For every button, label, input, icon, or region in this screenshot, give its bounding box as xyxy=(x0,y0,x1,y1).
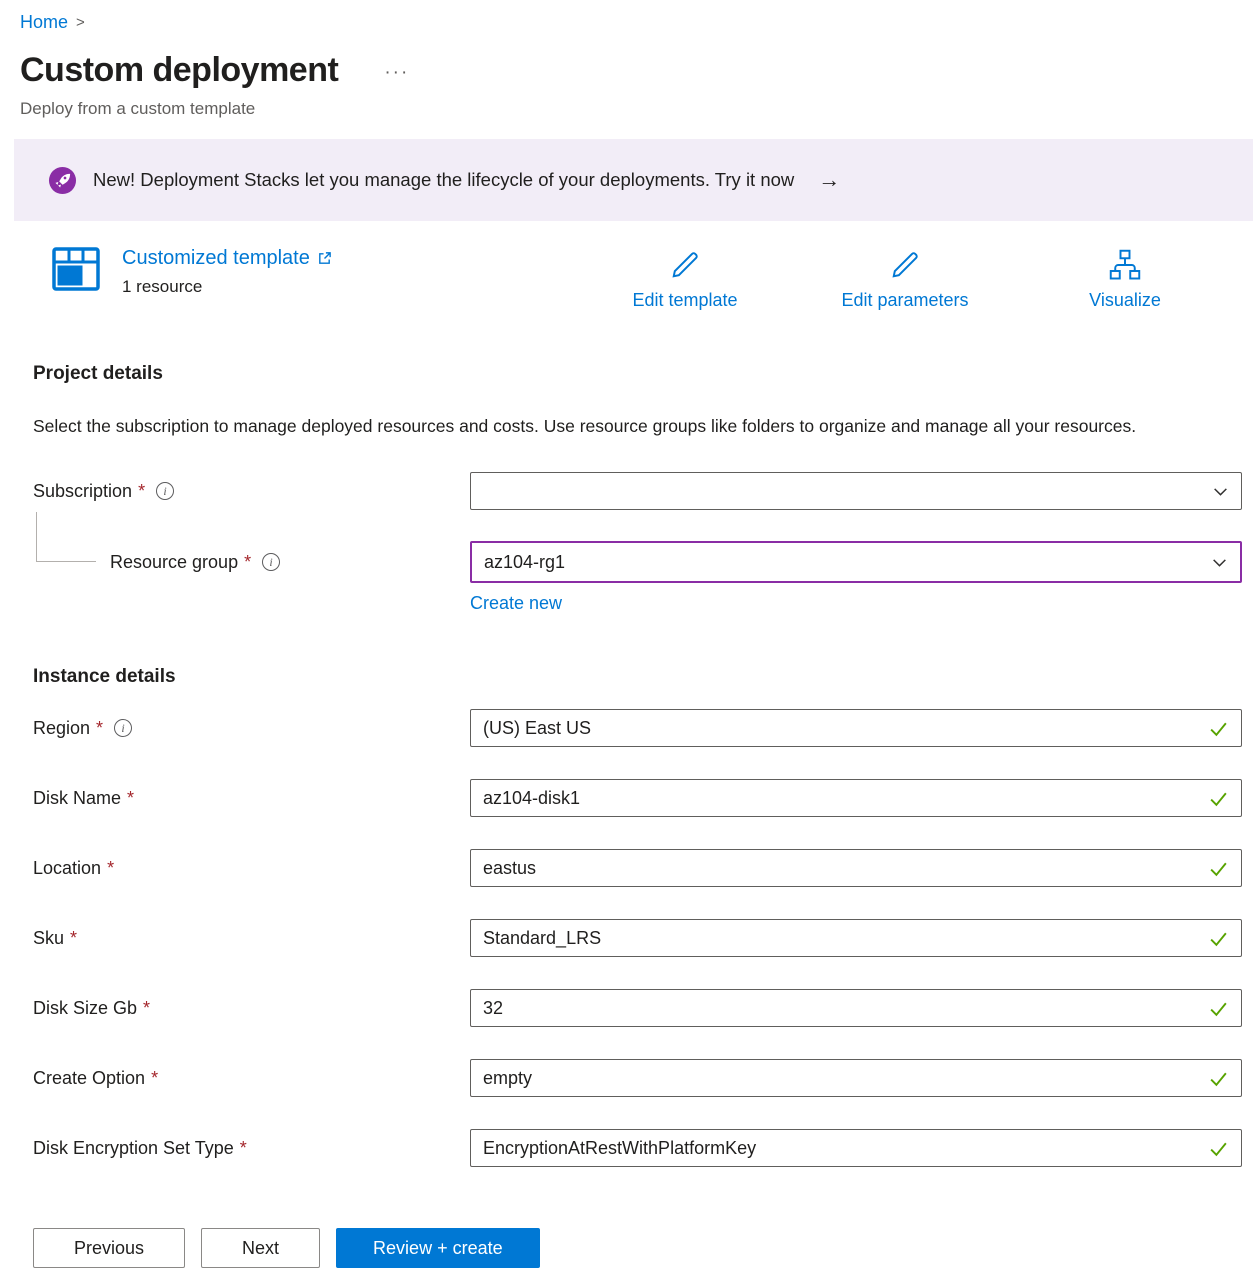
form-field-row: Disk Encryption Set Type * EncryptionAtR… xyxy=(33,1129,1242,1167)
breadcrumb-home-link[interactable]: Home xyxy=(20,12,68,33)
field-label: Location xyxy=(33,858,101,879)
external-link-icon xyxy=(317,251,332,266)
field-label-cell: Sku * xyxy=(33,928,470,949)
field-label: Disk Encryption Set Type xyxy=(33,1138,234,1159)
subscription-dropdown[interactable] xyxy=(470,472,1242,510)
resource-group-value: az104-rg1 xyxy=(484,552,565,573)
chevron-down-icon[interactable] xyxy=(1212,483,1229,500)
field-value: (US) East US xyxy=(483,718,591,739)
breadcrumb-chevron-icon: > xyxy=(76,14,85,31)
field-label: Sku xyxy=(33,928,64,949)
banner-message: New! Deployment Stacks let you manage th… xyxy=(93,169,794,191)
project-details-description: Select the subscription to manage deploy… xyxy=(33,411,1183,442)
instance-fields: Region * (US) East US Disk Name * az104-… xyxy=(0,709,1253,1167)
info-icon[interactable] xyxy=(114,719,132,737)
valid-check-icon xyxy=(1208,858,1229,879)
valid-check-icon xyxy=(1208,998,1229,1019)
resource-group-label: Resource group xyxy=(110,552,238,573)
info-icon[interactable] xyxy=(262,553,280,571)
customized-template-label: Customized template xyxy=(122,247,310,270)
deployment-stacks-banner[interactable]: New! Deployment Stacks let you manage th… xyxy=(14,139,1253,221)
field-value: az104-disk1 xyxy=(483,788,580,809)
breadcrumb: Home > xyxy=(0,0,1253,33)
field-label-cell: Disk Size Gb * xyxy=(33,998,470,1019)
template-icon xyxy=(52,247,100,291)
resource-count: 1 resource xyxy=(122,277,332,297)
field-input[interactable]: EncryptionAtRestWithPlatformKey xyxy=(470,1129,1242,1167)
arrow-right-icon: → xyxy=(818,167,840,193)
subscription-row: Subscription * xyxy=(33,472,1242,510)
required-marker: * xyxy=(151,1068,158,1089)
required-marker: * xyxy=(127,788,134,809)
form-field-row: Sku * Standard_LRS xyxy=(33,919,1242,957)
form-field-row: Create Option * empty xyxy=(33,1059,1242,1097)
visualize-label: Visualize xyxy=(1089,290,1161,311)
field-label-cell: Region * xyxy=(33,718,470,739)
org-chart-icon xyxy=(1107,247,1143,283)
pencil-icon xyxy=(667,247,703,283)
project-details-heading: Project details xyxy=(33,363,1253,385)
resource-group-dropdown[interactable]: az104-rg1 xyxy=(470,541,1242,583)
valid-check-icon xyxy=(1208,788,1229,809)
valid-check-icon xyxy=(1208,1138,1229,1159)
valid-check-icon xyxy=(1208,718,1229,739)
field-label: Region xyxy=(33,718,90,739)
valid-check-icon xyxy=(1208,928,1229,949)
page-title: Custom deployment xyxy=(20,51,338,90)
field-value: empty xyxy=(483,1068,532,1089)
create-new-link[interactable]: Create new xyxy=(470,593,562,614)
field-label-cell: Disk Name * xyxy=(33,788,470,809)
edit-parameters-button[interactable]: Edit parameters xyxy=(826,247,984,311)
rocket-icon xyxy=(48,166,77,195)
page-subtitle: Deploy from a custom template xyxy=(0,99,1253,119)
customized-template-link[interactable]: Customized template xyxy=(122,247,332,270)
field-input[interactable]: (US) East US xyxy=(470,709,1242,747)
field-label-cell: Disk Encryption Set Type * xyxy=(33,1138,470,1159)
field-input[interactable]: eastus xyxy=(470,849,1242,887)
field-label: Disk Name xyxy=(33,788,121,809)
previous-button[interactable]: Previous xyxy=(33,1228,185,1268)
field-input[interactable]: Standard_LRS xyxy=(470,919,1242,957)
field-value: 32 xyxy=(483,998,503,1019)
edit-template-label: Edit template xyxy=(632,290,737,311)
required-marker: * xyxy=(240,1138,247,1159)
field-input[interactable]: az104-disk1 xyxy=(470,779,1242,817)
instance-details-heading: Instance details xyxy=(33,666,1253,688)
tree-connector-line xyxy=(36,512,96,562)
required-marker: * xyxy=(143,998,150,1019)
pencil-icon xyxy=(887,247,923,283)
field-input[interactable]: 32 xyxy=(470,989,1242,1027)
more-options-button[interactable]: ··· xyxy=(384,59,409,82)
valid-check-icon xyxy=(1208,1068,1229,1089)
required-marker: * xyxy=(244,552,251,573)
form-field-row: Region * (US) East US xyxy=(33,709,1242,747)
review-create-button[interactable]: Review + create xyxy=(336,1228,540,1268)
required-marker: * xyxy=(138,481,145,502)
field-label: Disk Size Gb xyxy=(33,998,137,1019)
subscription-label-cell: Subscription * xyxy=(33,481,470,502)
form-field-row: Location * eastus xyxy=(33,849,1242,887)
footer-action-bar: Previous Next Review + create xyxy=(0,1216,1253,1280)
chevron-down-icon[interactable] xyxy=(1211,554,1228,571)
field-label: Create Option xyxy=(33,1068,145,1089)
field-label-cell: Create Option * xyxy=(33,1068,470,1089)
resource-group-label-cell: Resource group * xyxy=(33,552,470,573)
form-field-row: Disk Name * az104-disk1 xyxy=(33,779,1242,817)
subscription-label: Subscription xyxy=(33,481,132,502)
resource-group-row: Resource group * az104-rg1 xyxy=(33,541,1242,583)
required-marker: * xyxy=(70,928,77,949)
edit-template-button[interactable]: Edit template xyxy=(606,247,764,311)
info-icon[interactable] xyxy=(156,482,174,500)
next-button[interactable]: Next xyxy=(201,1228,320,1268)
form-field-row: Disk Size Gb * 32 xyxy=(33,989,1242,1027)
field-input[interactable]: empty xyxy=(470,1059,1242,1097)
field-value: EncryptionAtRestWithPlatformKey xyxy=(483,1138,756,1159)
visualize-button[interactable]: Visualize xyxy=(1046,247,1204,311)
required-marker: * xyxy=(107,858,114,879)
field-value: eastus xyxy=(483,858,536,879)
field-value: Standard_LRS xyxy=(483,928,601,949)
edit-parameters-label: Edit parameters xyxy=(841,290,968,311)
required-marker: * xyxy=(96,718,103,739)
field-label-cell: Location * xyxy=(33,858,470,879)
